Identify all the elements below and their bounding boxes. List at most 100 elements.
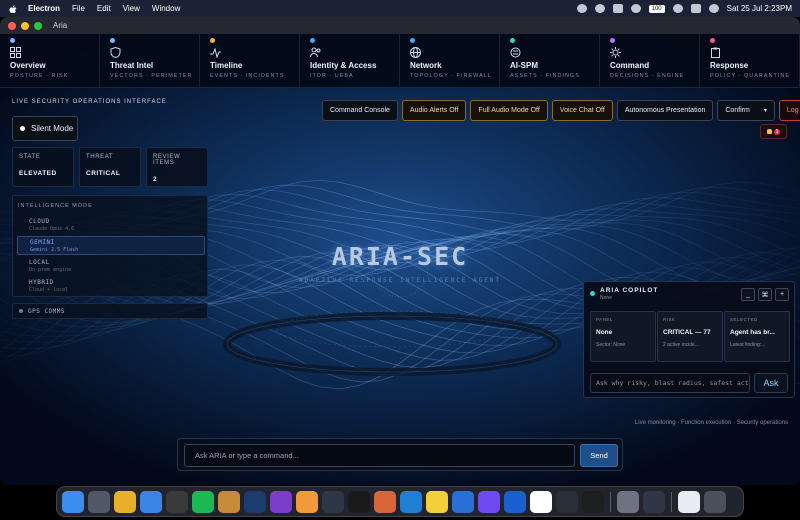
- electron-icon[interactable]: [322, 490, 344, 513]
- full-audio-mode-toggle[interactable]: Full Audio Mode Off: [470, 100, 548, 121]
- photos-icon[interactable]: [296, 490, 318, 513]
- minimize-copilot-button[interactable]: _: [741, 288, 755, 301]
- chrome-icon[interactable]: [114, 490, 136, 513]
- notes-icon[interactable]: [426, 490, 448, 513]
- silent-dot-icon: [20, 126, 25, 131]
- menu-edit[interactable]: Edit: [97, 4, 111, 13]
- notifications-button[interactable]: 1: [760, 124, 787, 139]
- proton-icon[interactable]: [478, 490, 500, 513]
- spotify-icon[interactable]: [192, 490, 214, 513]
- section-label: LIVE SECURITY OPERATIONS INTERFACE: [12, 99, 167, 105]
- terminal-icon[interactable]: [582, 490, 604, 513]
- document-icon[interactable]: [678, 490, 700, 513]
- voice-chat-toggle[interactable]: Voice Chat Off: [551, 100, 613, 121]
- activity-icon: [210, 47, 221, 58]
- minimize-window-button[interactable]: [21, 21, 29, 30]
- mode-local[interactable]: LOCAL On-prem engine: [17, 257, 205, 276]
- users-icon: [310, 47, 321, 58]
- menubar-app-name[interactable]: Electron: [28, 4, 60, 13]
- mail-icon[interactable]: [140, 490, 162, 513]
- brightness-icon[interactable]: [594, 4, 605, 13]
- electron-app-icon[interactable]: [643, 490, 665, 513]
- command-key-icon[interactable]: ⌘: [758, 288, 772, 301]
- mode-gemini[interactable]: GEMINI Gemini 2.5 Flash: [17, 236, 205, 255]
- nav-item-threat-intel[interactable]: Threat Intel VECTORS · PERIMETER: [100, 34, 200, 88]
- notification-count: 1: [773, 128, 781, 135]
- close-window-button[interactable]: [8, 21, 16, 30]
- menu-file[interactable]: File: [72, 4, 85, 13]
- nav-item-overview[interactable]: Overview POSTURE · RISK: [0, 34, 100, 88]
- calculator-icon[interactable]: [166, 490, 188, 513]
- nav-item-command[interactable]: Command DECISIONS · ENGINE: [600, 34, 700, 88]
- activity-monitor-icon[interactable]: [556, 490, 578, 513]
- nav-item-response[interactable]: Response POLICY · QUARANTINE: [700, 34, 800, 88]
- gps-comms-button[interactable]: GPS COMMS: [12, 303, 208, 319]
- silent-mode-button[interactable]: Silent Mode: [12, 116, 78, 141]
- menu-view[interactable]: View: [123, 4, 140, 13]
- logout-button[interactable]: Log Out: [778, 100, 800, 121]
- card-key: PANEL: [596, 317, 613, 322]
- openai-icon[interactable]: [348, 490, 370, 513]
- launchpad-icon[interactable]: [88, 490, 110, 513]
- claude-icon[interactable]: [374, 490, 396, 513]
- vscode-icon[interactable]: [400, 490, 422, 513]
- apple-icon[interactable]: [8, 4, 18, 14]
- search-icon[interactable]: [672, 4, 683, 13]
- command-input[interactable]: Ask ARIA or type a command...: [184, 444, 575, 467]
- threat-card-key: THREAT: [86, 154, 114, 160]
- sun-icon: [610, 47, 621, 58]
- qbittorrent-icon[interactable]: [452, 490, 474, 513]
- trash-icon[interactable]: [704, 490, 726, 513]
- nav-item-network[interactable]: Network TOPOLOGY · FIREWALL: [400, 34, 500, 88]
- review-items-key: REVIEW ITEMS: [153, 154, 181, 166]
- game-icon[interactable]: [218, 490, 240, 513]
- nav-item-identity-access[interactable]: Identity & Access ITDR · UEBA: [300, 34, 400, 88]
- menubar-clock[interactable]: Sat 25 Jul 2:23PM: [727, 4, 792, 13]
- zoom-window-button[interactable]: [34, 21, 42, 30]
- autonomous-presentation-button[interactable]: Autonomous Presentation: [616, 100, 714, 121]
- copilot-ask-button[interactable]: Ask: [754, 373, 788, 393]
- add-copilot-button[interactable]: +: [775, 288, 789, 301]
- nav-item-sub: EVENTS · INCIDENTS: [210, 73, 285, 79]
- nav-item-timeline[interactable]: Timeline EVENTS · INCIDENTS: [200, 34, 300, 88]
- chevron-down-icon: ▾: [763, 108, 767, 114]
- nav-status-dot-icon: [610, 38, 615, 43]
- confirm-select[interactable]: Confirm ▾: [717, 100, 775, 121]
- nav-item-label: Threat Intel: [110, 61, 154, 70]
- control-center-icon[interactable]: [690, 4, 701, 13]
- nav-status-dot-icon: [410, 38, 415, 43]
- globe-icon: [410, 47, 421, 58]
- card-sub: 2 active incide...: [663, 342, 699, 348]
- copilot-panel-card: PANEL None Sector: None: [590, 311, 656, 362]
- nav-status-dot-icon: [10, 38, 15, 43]
- confirm-select-value: Confirm: [725, 107, 750, 114]
- video-icon[interactable]: [270, 490, 292, 513]
- card-sub: Sector: None: [596, 342, 626, 348]
- nav-item-ai-spm[interactable]: AI-SPM ASSETS · FINDINGS: [500, 34, 600, 88]
- copilot-selected-card: SELECTED Agent has br... Latest finding:…: [724, 311, 790, 362]
- command-console-button[interactable]: Command Console: [322, 100, 398, 121]
- shield-icon: [110, 47, 121, 58]
- copilot-ask-input[interactable]: Ask why risky, blast radius, safest act: [590, 373, 750, 393]
- siri-icon[interactable]: [708, 4, 719, 13]
- system-settings-icon[interactable]: [617, 490, 639, 513]
- mode-cloud[interactable]: CLOUD Claude Opus 4.6: [17, 216, 205, 235]
- nav-item-sub: POLICY · QUARANTINE: [710, 73, 791, 79]
- nav-status-dot-icon: [510, 38, 515, 43]
- audio-alerts-toggle[interactable]: Audio Alerts Off: [401, 100, 467, 121]
- bitwarden-icon[interactable]: [530, 490, 552, 513]
- dock-separator: [671, 491, 672, 512]
- wifi-icon[interactable]: [630, 4, 641, 13]
- mode-hybrid[interactable]: HYBRID Cloud + local: [17, 277, 205, 296]
- nav-item-label: Network: [410, 61, 442, 70]
- bluetooth-icon[interactable]: [612, 4, 623, 13]
- onepassword-icon[interactable]: [504, 490, 526, 513]
- finder-icon[interactable]: [62, 490, 84, 513]
- menu-window[interactable]: Window: [152, 4, 180, 13]
- photoshop-icon[interactable]: [244, 490, 266, 513]
- copilot-status-dot-icon: [590, 291, 595, 296]
- mode-name: HYBRID: [29, 279, 54, 286]
- battery-icon[interactable]: 100: [648, 4, 665, 13]
- send-button[interactable]: Send: [580, 444, 618, 467]
- status-circle-icon[interactable]: [576, 4, 587, 13]
